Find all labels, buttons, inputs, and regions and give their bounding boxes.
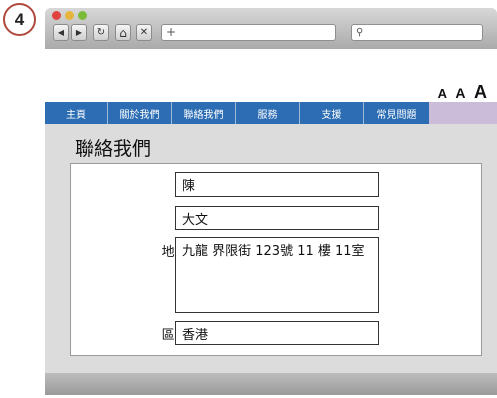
- reload-icon: ↻: [96, 26, 106, 38]
- district-input[interactable]: 香港: [175, 321, 379, 345]
- home-icon: ⌂: [119, 25, 127, 40]
- step-number-badge: 4: [3, 3, 36, 36]
- add-tab-icon[interactable]: +: [166, 25, 176, 40]
- given-name-input[interactable]: 大文: [175, 206, 379, 230]
- close-window-button[interactable]: [52, 11, 61, 20]
- nav-menu: 主頁 關於我們 聯絡我們 服務 支援 常見問題: [45, 102, 429, 124]
- nav-item-support[interactable]: 支援: [300, 102, 364, 124]
- forward-button[interactable]: ▶: [71, 24, 87, 41]
- nav-item-faq[interactable]: 常見問題: [364, 102, 429, 124]
- page-title: 聯絡我們: [75, 138, 152, 160]
- back-button[interactable]: ◀: [53, 24, 69, 41]
- back-arrow-icon: ◀: [57, 27, 65, 37]
- window-bottom-bar: [45, 373, 497, 395]
- browser-titlebar: ◀ ▶ ↻ ⌂ ✕ + ⚲: [45, 8, 497, 49]
- stop-button[interactable]: ✕: [136, 24, 152, 41]
- nav-bar: 主頁 關於我們 聯絡我們 服務 支援 常見問題: [45, 102, 497, 124]
- font-size-large-button[interactable]: A: [474, 82, 487, 102]
- minimize-window-button[interactable]: [65, 11, 74, 20]
- browser-window: ◀ ▶ ↻ ⌂ ✕ + ⚲ A A A 主頁 關於我們 聯絡我們 服務 支援 常…: [45, 8, 497, 395]
- nav-item-contact[interactable]: 聯絡我們: [172, 102, 236, 124]
- stop-icon: ✕: [139, 26, 149, 38]
- nav-item-home[interactable]: 主頁: [45, 102, 108, 124]
- web-page: A A A 主頁 關於我們 聯絡我們 服務 支援 常見問題 聯絡我們 姓: 陳 …: [45, 49, 497, 373]
- address-textarea[interactable]: 九龍 界限街 123號 11 樓 11室: [175, 237, 379, 313]
- page-header: A A A: [45, 49, 497, 102]
- address-bar[interactable]: +: [161, 24, 336, 41]
- forward-arrow-icon: ▶: [75, 27, 83, 37]
- font-size-medium-button[interactable]: A: [455, 85, 465, 101]
- nav-item-about[interactable]: 關於我們: [108, 102, 172, 124]
- reload-button[interactable]: ↻: [93, 24, 109, 41]
- search-icon: ⚲: [356, 27, 364, 38]
- maximize-window-button[interactable]: [78, 11, 87, 20]
- contact-form: 姓: 陳 名: 大文 地址: 九龍 界限街 123號 11 樓 11室 區域: …: [70, 163, 482, 356]
- nav-item-services[interactable]: 服務: [236, 102, 300, 124]
- surname-input[interactable]: 陳: [175, 172, 379, 197]
- home-button[interactable]: ⌂: [115, 24, 131, 41]
- font-size-small-button[interactable]: A: [438, 86, 447, 101]
- search-field[interactable]: ⚲: [351, 24, 483, 41]
- font-size-controls: A A A: [434, 82, 487, 103]
